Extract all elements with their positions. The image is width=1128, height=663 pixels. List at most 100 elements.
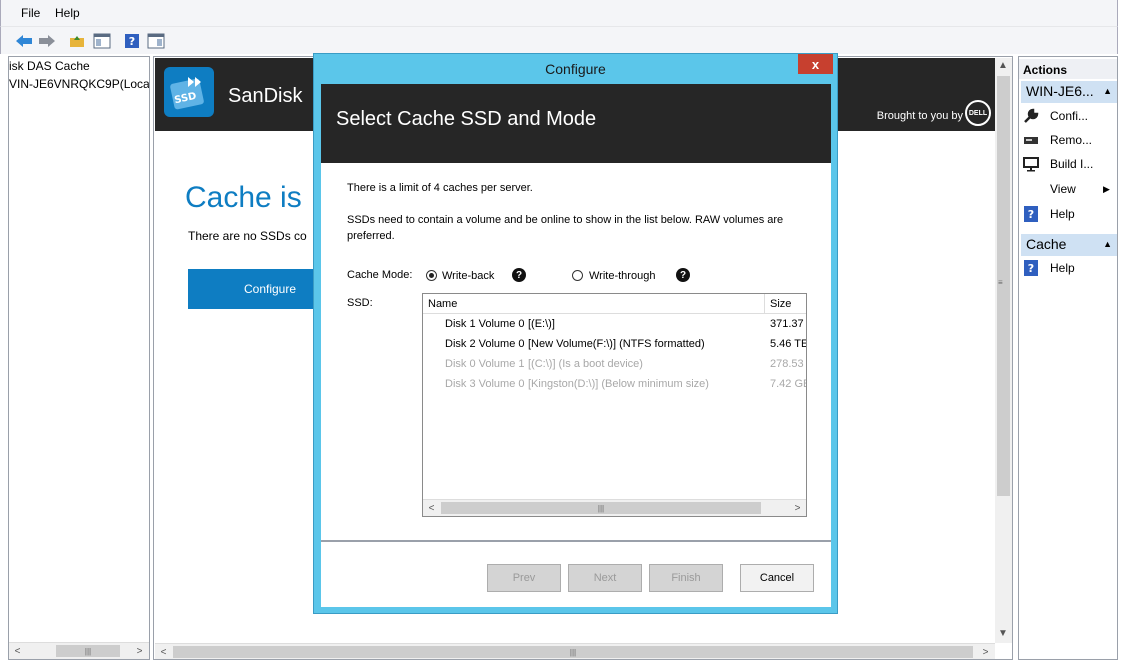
up-folder-icon[interactable] [67,31,87,51]
disk-name: Disk 1 Volume 0 [445,318,525,330]
disk-size: 5.46 TE [770,338,807,350]
section-label: WIN-JE6... [1026,83,1094,99]
actions-pane: Actions WIN-JE6... ▲ Confi... Remo... Bu… [1018,56,1118,660]
page-title: Cache is [185,181,302,214]
submenu-arrow-icon: ▶ [1103,183,1110,194]
section-label: Cache [1026,236,1067,252]
action-configure[interactable]: Confi... [1023,108,1088,124]
toolbar: ? [0,26,1118,54]
ssd-row[interactable]: Disk 1 Volume 0 [(E:\)] 371.37 [423,314,806,334]
action-remove[interactable]: Remo... [1023,132,1092,148]
scroll-thumb[interactable]: ||| [441,502,761,514]
action-cache-help[interactable]: ? Help [1023,260,1075,276]
ssd-note-line2: preferred. [347,230,395,242]
action-view[interactable]: View ▶ [1023,181,1110,197]
prev-button[interactable]: Prev [487,564,561,592]
scroll-thumb[interactable]: ||| [173,646,973,658]
disk-name: Disk 2 Volume 0 [445,338,525,350]
finish-button[interactable]: Finish [649,564,723,592]
dialog-heading: Select Cache SSD and Mode [336,108,597,130]
divider [321,540,831,542]
disk-desc: [Kingston(D:\)] (Below minimum size) [528,378,709,390]
dialog-body: Select Cache SSD and Mode There is a lim… [321,84,831,607]
scroll-left-icon[interactable]: < [9,643,26,659]
scroll-right-icon[interactable]: > [789,500,806,516]
no-ssd-message: There are no SSDs co [188,229,307,243]
menu-help[interactable]: Help [55,6,80,20]
disk-size: 371.37 [770,318,804,330]
write-through-help-icon[interactable]: ? [676,268,690,282]
next-button[interactable]: Next [568,564,642,592]
scroll-right-icon[interactable]: > [131,643,148,659]
forward-arrow-icon[interactable] [37,31,57,51]
action-label: Help [1050,207,1075,221]
list-header: Name Size [423,294,806,314]
main-horizontal-scrollbar[interactable]: < ||| > [155,643,995,659]
ssd-note-line1: SSDs need to contain a volume and be onl… [347,214,784,226]
action-label: Help [1050,261,1075,275]
main-vertical-scrollbar[interactable]: ▲ ≡ ▼ [995,58,1012,643]
disk-size: 7.42 GE [770,378,807,390]
monitor-icon [1023,156,1039,172]
ssd-row[interactable]: Disk 2 Volume 0 [New Volume(F:\)] (NTFS … [423,334,806,354]
disk-name: Disk 0 Volume 1 [445,358,525,370]
tree-horizontal-scrollbar[interactable]: < ||| > [9,642,149,659]
action-help[interactable]: ? Help [1023,206,1075,222]
configure-dialog: Configure x Select Cache SSD and Mode Th… [313,53,838,614]
collapse-icon[interactable]: ▲ [1103,86,1112,96]
scroll-left-icon[interactable]: < [155,644,172,659]
wrench-icon [1023,108,1039,124]
svg-text:?: ? [129,35,135,48]
column-header-size[interactable]: Size [770,298,791,310]
ssd-row-disabled: Disk 0 Volume 1 [(C:\)] (Is a boot devic… [423,354,806,374]
drive-icon [1023,132,1039,148]
menu-file[interactable]: File [21,6,40,20]
disk-desc: [(C:\)] (Is a boot device) [528,358,643,370]
dialog-title: Configure [545,61,606,77]
limit-text: There is a limit of 4 caches per server. [347,182,533,194]
cancel-button[interactable]: Cancel [740,564,814,592]
tree-item-server[interactable]: VIN-JE6VNRQKC9P(Local) [9,77,149,91]
cache-mode-label: Cache Mode: [347,269,413,281]
help-icon: ? [1023,260,1039,276]
svg-text:?: ? [1028,208,1034,221]
list-horizontal-scrollbar[interactable]: < ||| > [423,499,806,516]
action-label: Build I... [1050,157,1094,171]
tree-item-das-cache[interactable]: isk DAS Cache [9,59,90,73]
console-tree: isk DAS Cache VIN-JE6VNRQKC9P(Local) < |… [8,56,150,660]
write-through-label[interactable]: Write-through [589,270,655,282]
back-arrow-icon[interactable] [14,31,34,51]
collapse-icon[interactable]: ▲ [1103,239,1112,249]
svg-text:?: ? [1028,262,1034,275]
close-button[interactable]: x [798,54,833,74]
actions-section-cache[interactable]: Cache ▲ [1021,234,1117,256]
disk-size: 278.53 [770,358,804,370]
write-back-radio[interactable] [426,270,437,281]
ssd-list[interactable]: Name Size Disk 1 Volume 0 [(E:\)] 371.37… [422,293,807,517]
action-label: Confi... [1050,109,1089,123]
disk-desc: [New Volume(F:\)] (NTFS formatted) [528,338,705,350]
help-icon[interactable]: ? [122,31,142,51]
scroll-thumb[interactable]: ||| [56,645,120,657]
help-icon: ? [1023,206,1039,222]
write-through-radio[interactable] [572,270,583,281]
actions-section-server[interactable]: WIN-JE6... ▲ [1021,81,1117,103]
scroll-down-icon[interactable]: ▼ [998,628,1008,639]
actions-title: Actions [1019,59,1117,79]
ssd-label: SSD: [347,297,373,309]
show-hide-action-pane-icon[interactable] [146,31,166,51]
scroll-right-icon[interactable]: > [977,644,994,659]
scroll-grip-icon: ≡ [998,278,1003,287]
dell-logo-icon: DELL [965,100,991,126]
disk-name: Disk 3 Volume 0 [445,378,525,390]
write-back-help-icon[interactable]: ? [512,268,526,282]
scroll-left-icon[interactable]: < [423,500,440,516]
action-build[interactable]: Build I... [1023,156,1093,172]
ssd-row-disabled: Disk 3 Volume 0 [Kingston(D:\)] (Below m… [423,374,806,394]
action-label: View [1050,182,1076,196]
show-hide-tree-icon[interactable] [92,31,112,51]
brand-name: SanDisk [228,85,303,107]
scroll-up-icon[interactable]: ▲ [998,60,1008,71]
column-header-name[interactable]: Name [428,298,457,310]
write-back-label[interactable]: Write-back [442,270,494,282]
